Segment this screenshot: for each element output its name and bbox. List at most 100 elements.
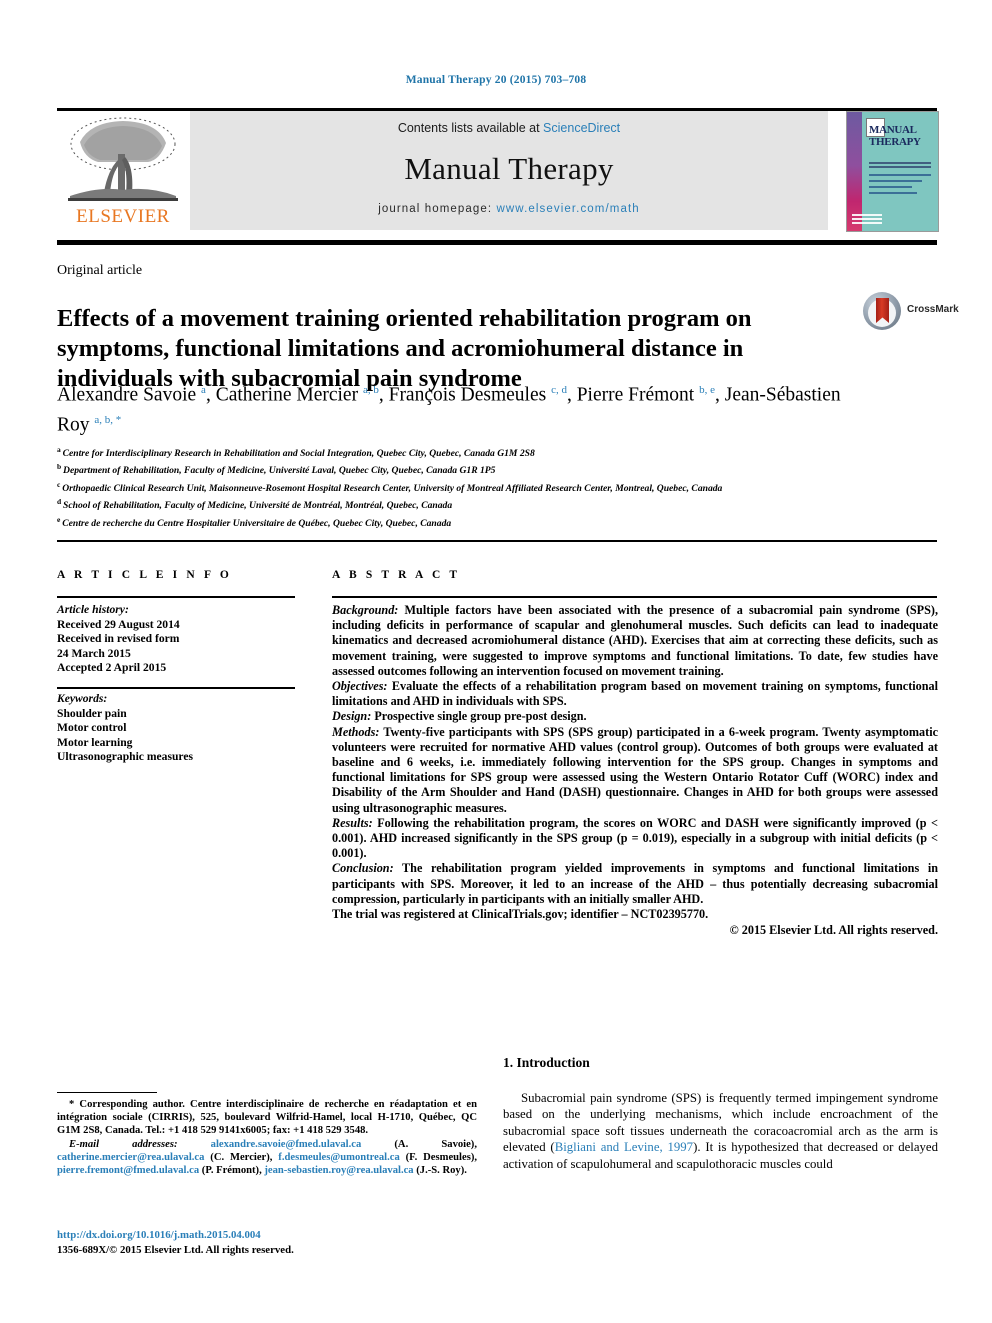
crossmark-circle-icon [863, 292, 901, 330]
email-addresses-label: E-mail addresses: [69, 1138, 211, 1150]
issn-copyright-line: 1356-689X/© 2015 Elsevier Ltd. All right… [57, 1243, 294, 1256]
abstract-section: Design: Prospective single group pre-pos… [332, 709, 938, 724]
abstract-section-label: Design: [332, 709, 372, 724]
footnote-rule [57, 1092, 157, 1094]
abstract-section-label: Objectives: [332, 679, 388, 694]
abstract-section-text: The rehabilitation program yielded impro… [332, 861, 938, 906]
keywords-rule [57, 687, 295, 689]
affiliation-text: Orthopaedic Clinical Research Unit, Mais… [62, 482, 723, 494]
affiliation-list: a Centre for Interdisciplinary Research … [57, 443, 937, 530]
citation-link[interactable]: Bigliani and Levine, 1997 [555, 1140, 693, 1154]
abstract-section-text: Following the rehabilitation program, th… [332, 815, 938, 861]
abstract-section-label: Results: [332, 815, 373, 830]
author-affiliation-marker[interactable]: a, b [363, 384, 379, 396]
keyword-item: Motor control [57, 721, 127, 735]
abstract-rule [332, 596, 937, 598]
cover-contents-lines [869, 174, 931, 198]
affiliation-text: School of Rehabilitation, Faculty of Med… [63, 500, 453, 512]
keywords-block: Keywords: Shoulder pain Motor control Moto… [57, 692, 297, 765]
cover-title-line2: THERAPY [869, 136, 921, 148]
article-history-item: Accepted 2 April 2015 [57, 661, 167, 675]
author-affiliation-marker[interactable]: a, b, * [94, 414, 121, 426]
cover-title: MANUAL THERAPY [869, 124, 935, 148]
journal-title: Manual Therapy [404, 151, 614, 186]
elsevier-logo: ELSEVIER [60, 112, 186, 230]
abstract-section-text: Twenty-five participants with SPS (SPS g… [332, 724, 938, 815]
email-link[interactable]: alexandre.savoie@fmed.ulaval.ca [211, 1139, 362, 1150]
email-owner: (A. Savoie), [361, 1138, 477, 1150]
email-owner: (C. Mercier), [204, 1151, 279, 1163]
masthead-bottom-rule [57, 240, 937, 245]
abstract-section-text: The trial was registered at ClinicalTria… [332, 907, 709, 922]
cover-footer-lines [852, 214, 882, 226]
keyword-item: Shoulder pain [57, 706, 127, 720]
running-head: Manual Therapy 20 (2015) 703–708 [405, 74, 587, 86]
affiliation-item: e Centre de recherche du Centre Hospital… [57, 513, 937, 530]
article-history: Article history: Received 29 August 2014… [57, 603, 297, 676]
masthead-band: Contents lists available at ScienceDirec… [190, 111, 828, 230]
cover-title-line1: MANUAL [869, 124, 917, 136]
email-link[interactable]: jean-sebastien.roy@rea.ulaval.ca [264, 1165, 413, 1176]
email-link[interactable]: catherine.mercier@rea.ulaval.ca [57, 1152, 204, 1163]
affiliation-item: b Department of Rehabilitation, Faculty … [57, 460, 937, 477]
abstract-section-text: Evaluate the effects of a rehabilitation… [332, 679, 938, 709]
sciencedirect-link[interactable]: ScienceDirect [543, 121, 620, 135]
author-affiliation-marker[interactable]: b, e [699, 384, 715, 396]
article-history-label: Article history: [57, 603, 129, 616]
author-name[interactable]: Pierre Frémont [577, 385, 699, 406]
elsevier-tree-icon [68, 117, 178, 201]
email-link[interactable]: pierre.fremont@fmed.ulaval.ca [57, 1165, 199, 1176]
email-addresses-note: E-mail addresses: alexandre.savoie@fmed.… [57, 1138, 477, 1178]
author-list: Alexandre Savoie a, Catherine Mercier a,… [57, 384, 841, 435]
article-info-header: A R T I C L E I N F O [57, 569, 232, 581]
abstract-section: Results: Following the rehabilitation pr… [332, 816, 938, 862]
cover-subtitle-lines [869, 162, 931, 169]
doi-link[interactable]: http://dx.doi.org/10.1016/j.math.2015.04… [57, 1228, 487, 1243]
email-owner: (F. Desmeules), [399, 1151, 477, 1163]
introduction-body: Subacromial pain syndrome (SPS) is frequ… [503, 1090, 938, 1172]
author-name[interactable]: Catherine Mercier [216, 385, 363, 406]
affiliation-item: c Orthopaedic Clinical Research Unit, Ma… [57, 478, 937, 495]
abstract-section-label: Conclusion: [332, 861, 394, 876]
keyword-item: Motor learning [57, 735, 133, 749]
keyword-item: Ultrasonographic measures [57, 750, 194, 764]
abstract-section: Methods: Twenty-five participants with S… [332, 725, 938, 816]
footnote-block: * Corresponding author. Centre interdisc… [57, 1098, 477, 1177]
journal-homepage-link[interactable]: www.elsevier.com/math [497, 203, 640, 215]
section-divider-rule [57, 540, 937, 542]
abstract-section-text: Prospective single group pre-post design… [371, 709, 587, 724]
journal-cover-thumbnail[interactable]: MANUAL THERAPY [846, 111, 939, 232]
abstract-body: Background: Multiple factors have been a… [332, 603, 938, 938]
article-info-rule [57, 596, 295, 598]
introduction-paragraph: Subacromial pain syndrome (SPS) is frequ… [503, 1090, 938, 1172]
author-affiliation-marker[interactable]: a [201, 384, 206, 396]
abstract-section: Conclusion: The rehabilitation program y… [332, 861, 938, 907]
affiliation-text: Department of Rehabilitation, Faculty of… [63, 465, 496, 477]
elsevier-wordmark: ELSEVIER [76, 206, 170, 227]
article-history-item: Received 29 August 2014 [57, 617, 180, 631]
article-type-label: Original article [57, 263, 143, 278]
author-affiliation-marker[interactable]: c, d [551, 384, 567, 396]
journal-homepage-line: journal homepage: www.elsevier.com/math [190, 203, 828, 215]
abstract-section-text: Multiple factors have been associated wi… [332, 603, 938, 678]
abstract-section: Objectives: Evaluate the effects of a re… [332, 679, 938, 709]
homepage-prefix: journal homepage: [378, 203, 497, 215]
doi-block: http://dx.doi.org/10.1016/j.math.2015.04… [57, 1228, 487, 1257]
abstract-header: A B S T R A C T [332, 569, 461, 581]
article-history-item: 24 March 2015 [57, 646, 131, 660]
article-history-item: Received in revised form [57, 632, 180, 646]
contents-prefix: Contents lists available at [397, 121, 544, 135]
introduction-heading: 1. Introduction [503, 1055, 590, 1070]
abstract-section-label: Methods: [332, 724, 380, 739]
journal-article-page: Manual Therapy 20 (2015) 703–708 ELSEVIE… [0, 0, 992, 1323]
abstract-section: The trial was registered at ClinicalTria… [332, 907, 938, 922]
contents-available-line: Contents lists available at ScienceDirec… [190, 121, 828, 135]
email-link[interactable]: f.desmeules@umontreal.ca [278, 1152, 399, 1163]
abstract-copyright: © 2015 Elsevier Ltd. All rights reserved… [729, 923, 938, 938]
email-owner: (P. Frémont), [199, 1165, 265, 1177]
affiliation-text: Centre for Interdisciplinary Research in… [62, 448, 535, 460]
author-name[interactable]: Alexandre Savoie [57, 385, 201, 406]
abstract-section: Background: Multiple factors have been a… [332, 603, 938, 679]
author-name[interactable]: François Desmeules [389, 385, 551, 406]
crossmark-badge[interactable]: CrossMark [863, 290, 959, 334]
